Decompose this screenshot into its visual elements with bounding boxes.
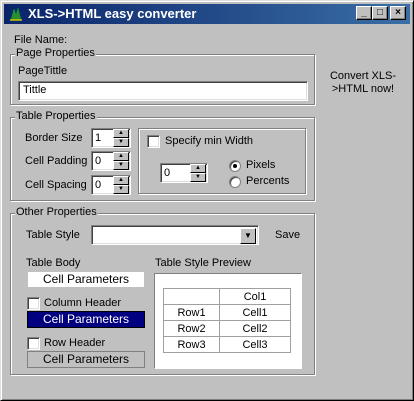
table-style-select[interactable]: ▼ bbox=[91, 225, 259, 245]
close-button[interactable]: × bbox=[390, 6, 406, 20]
preview-header-cell bbox=[163, 288, 220, 305]
file-name-label: File Name: bbox=[14, 34, 68, 46]
save-button[interactable]: Save bbox=[275, 229, 300, 241]
preview-row-header-cell: Row1 bbox=[163, 304, 220, 321]
preview-body-cell: Cell1 bbox=[219, 304, 291, 321]
table-body-cell-parameters-button[interactable]: Cell Parameters bbox=[27, 271, 145, 288]
min-width-up-arrow-icon[interactable]: ▲ bbox=[190, 164, 206, 173]
row-header-label: Row Header bbox=[44, 337, 106, 349]
minimize-icon: _ bbox=[361, 7, 367, 18]
page-properties-title: Page Properties bbox=[15, 47, 96, 59]
pixels-radio-dot bbox=[233, 164, 237, 168]
table-properties-group: Table Properties Border Size 1 ▲ ▼ Cell … bbox=[10, 110, 315, 201]
cell-spacing-label: Cell Spacing bbox=[25, 179, 87, 191]
table-style-preview-label: Table Style Preview bbox=[155, 257, 251, 269]
row-header-cell-parameters-button[interactable]: Cell Parameters bbox=[27, 351, 145, 368]
preview-table: Col1 Row1 Cell1 Row2 Cell2 Row3 Cell3 bbox=[163, 288, 291, 353]
min-width-down-arrow-icon[interactable]: ▼ bbox=[190, 173, 206, 182]
column-header-label: Column Header bbox=[44, 297, 122, 309]
min-width-label: Specify min Width bbox=[165, 135, 254, 147]
preview-row-header-cell: Row3 bbox=[163, 336, 220, 353]
cell-padding-stepper[interactable]: 0 ▲ ▼ bbox=[91, 151, 131, 171]
title-bar[interactable]: XLS->HTML easy converter _ □ × bbox=[4, 4, 410, 24]
preview-row-header-cell: Row2 bbox=[163, 320, 220, 337]
preview-body-cell: Cell3 bbox=[219, 336, 291, 353]
app-window: XLS->HTML easy converter _ □ × File Name… bbox=[0, 0, 414, 401]
table-properties-title: Table Properties bbox=[15, 110, 97, 122]
row-header-checkbox[interactable] bbox=[27, 337, 40, 350]
table-body-label: Table Body bbox=[26, 257, 81, 269]
close-icon: × bbox=[395, 7, 401, 18]
table-style-preview: Col1 Row1 Cell1 Row2 Cell2 Row3 Cell3 bbox=[154, 273, 302, 369]
table-style-label: Table Style bbox=[26, 229, 80, 241]
percents-label: Percents bbox=[246, 175, 290, 187]
cell-padding-up-arrow-icon[interactable]: ▲ bbox=[113, 152, 129, 161]
convert-button[interactable]: Convert XLS->HTML now! bbox=[327, 70, 399, 96]
percents-radio[interactable] bbox=[229, 176, 241, 188]
page-title-label: PageTittle bbox=[18, 65, 68, 77]
table-row: Row3 Cell3 bbox=[163, 336, 291, 353]
column-header-cell-parameters-button[interactable]: Cell Parameters bbox=[27, 311, 145, 328]
maximize-button[interactable]: □ bbox=[372, 6, 388, 20]
border-size-stepper[interactable]: 1 ▲ ▼ bbox=[91, 128, 131, 148]
table-row: Row1 Cell1 bbox=[163, 304, 291, 321]
pixels-label: Pixels bbox=[246, 159, 276, 171]
min-width-stepper[interactable]: 0 ▲ ▼ bbox=[160, 163, 208, 183]
cell-spacing-up-arrow-icon[interactable]: ▲ bbox=[113, 176, 129, 185]
cell-padding-label: Cell Padding bbox=[25, 155, 88, 167]
min-width-subgroup: Specify min Width 0 ▲ ▼ Pixels Percents bbox=[138, 128, 306, 194]
app-icon bbox=[10, 7, 22, 21]
other-properties-title: Other Properties bbox=[15, 206, 98, 218]
border-size-up-arrow-icon[interactable]: ▲ bbox=[113, 129, 129, 138]
maximize-icon: □ bbox=[376, 7, 384, 18]
border-size-down-arrow-icon[interactable]: ▼ bbox=[113, 138, 129, 147]
page-title-input[interactable]: Tittle bbox=[18, 81, 308, 101]
cell-spacing-down-arrow-icon[interactable]: ▼ bbox=[113, 185, 129, 194]
min-width-checkbox[interactable] bbox=[147, 135, 160, 148]
convert-button-label: Convert XLS->HTML now! bbox=[329, 70, 397, 95]
column-header-checkbox[interactable] bbox=[27, 297, 40, 310]
preview-header-cell: Col1 bbox=[219, 288, 291, 305]
cell-padding-down-arrow-icon[interactable]: ▼ bbox=[113, 161, 129, 170]
border-size-label: Border Size bbox=[25, 132, 83, 144]
pixels-radio[interactable] bbox=[229, 160, 241, 172]
minimize-button[interactable]: _ bbox=[356, 6, 372, 20]
page-properties-group: Page Properties PageTittle Tittle bbox=[10, 47, 315, 105]
chevron-down-icon[interactable]: ▼ bbox=[240, 228, 256, 244]
preview-body-cell: Cell2 bbox=[219, 320, 291, 337]
cell-spacing-stepper[interactable]: 0 ▲ ▼ bbox=[91, 175, 131, 195]
other-properties-group: Other Properties Table Style ▼ Save Tabl… bbox=[10, 206, 315, 375]
table-row: Row2 Cell2 bbox=[163, 320, 291, 337]
window-title: XLS->HTML easy converter bbox=[28, 6, 197, 21]
table-row: Col1 bbox=[163, 288, 291, 305]
